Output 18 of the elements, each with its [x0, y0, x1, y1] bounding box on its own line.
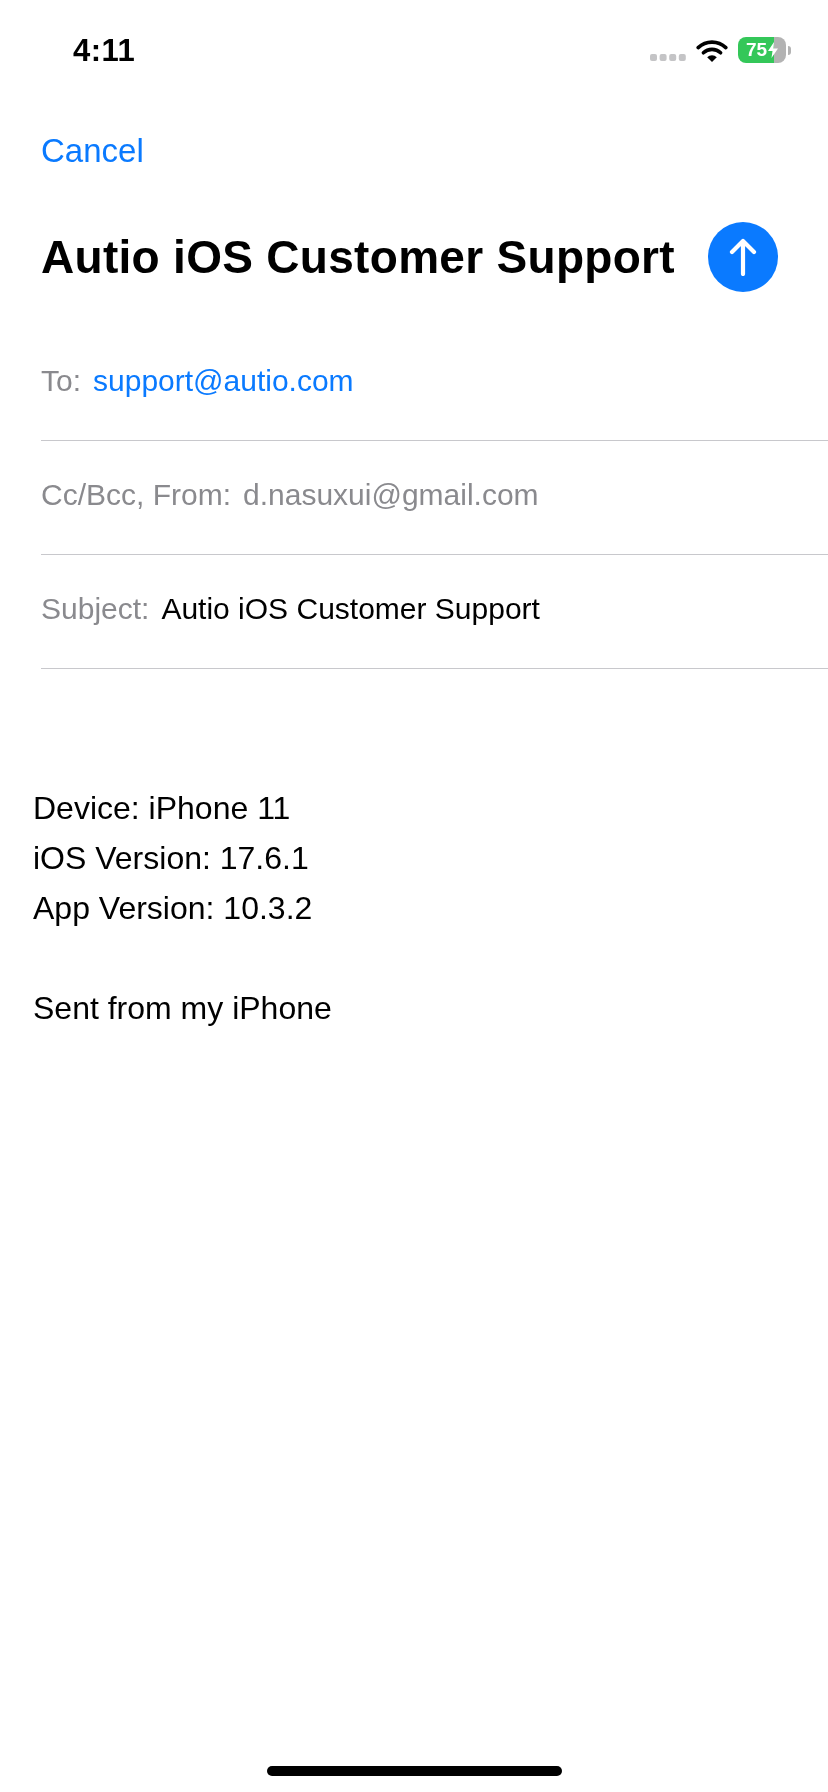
cancel-button[interactable]: Cancel	[41, 131, 144, 171]
recipient-address[interactable]: support@autio.com	[93, 362, 354, 399]
field-label: To:	[41, 362, 82, 399]
sender-address[interactable]: d.nasuxui@gmail.com	[243, 476, 539, 513]
battery-percent: 75	[745, 40, 768, 60]
field-label: Subject:	[41, 590, 150, 627]
message-title: Autio iOS Customer Support	[41, 230, 675, 285]
lightning-bolt-icon	[768, 42, 779, 58]
message-line: App Version: 10.3.2	[33, 889, 313, 928]
status-time: 4:11	[73, 34, 136, 66]
arrow-up-icon	[729, 238, 757, 276]
signature-text: Sent from my iPhone	[33, 989, 332, 1028]
message-line: Device: iPhone 11	[33, 789, 291, 828]
message-line: iOS Version: 17.6.1	[33, 839, 309, 878]
field-label: Cc/Bcc, From:	[41, 476, 231, 513]
wifi-icon	[696, 38, 728, 62]
subject-field[interactable]: Autio iOS Customer Support	[161, 590, 540, 627]
signal-icon	[650, 53, 686, 61]
